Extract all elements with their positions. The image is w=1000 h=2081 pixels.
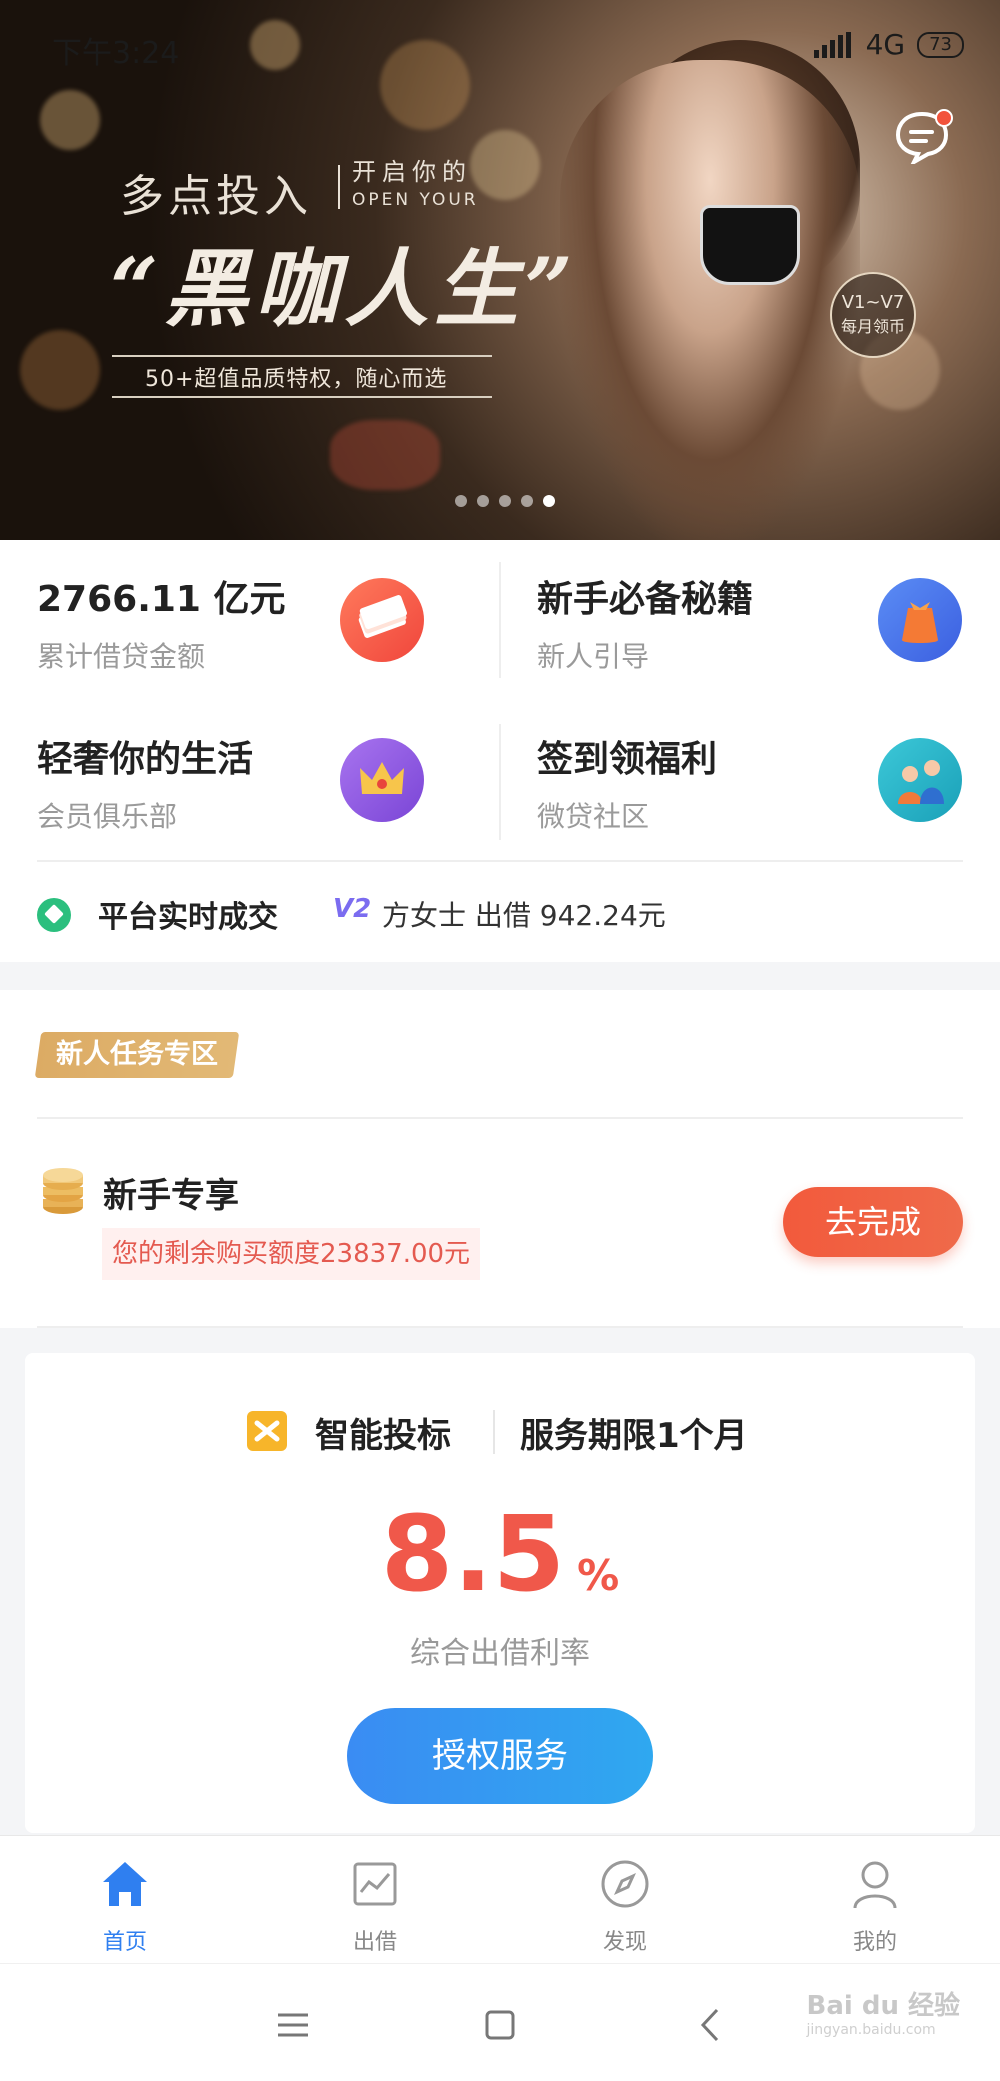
status-bar: 下午3:24 4G 73	[0, 0, 1000, 90]
feature-grid: 2766.11 亿元 累计借贷金额 新手必备秘籍 新人引导 轻奢你的生活 会员俱…	[0, 540, 1000, 862]
battery-icon: 73	[917, 31, 964, 58]
feature-subtitle: 微贷社区	[537, 800, 650, 833]
feature-check-in[interactable]: 签到领福利 微贷社区	[500, 700, 1000, 860]
tab-home[interactable]: 首页	[0, 1836, 250, 1964]
carousel-dot[interactable]	[455, 495, 467, 507]
home-icon	[103, 1862, 147, 1906]
money-stack-icon	[340, 578, 424, 662]
badge-level-text: V1~V7	[841, 292, 905, 313]
tab-label: 我的	[852, 1930, 897, 1955]
newbie-section-tag: 新人任务专区	[34, 1032, 240, 1078]
tab-label: 出借	[352, 1930, 397, 1955]
tab-label: 发现	[602, 1930, 647, 1955]
tab-lend[interactable]: 出借	[250, 1836, 500, 1964]
network-type: 4G	[865, 28, 906, 61]
feature-member-club[interactable]: 轻奢你的生活 会员俱乐部	[0, 700, 500, 860]
tab-label: 首页	[102, 1930, 147, 1955]
banner-rule-bottom	[112, 396, 492, 398]
home-button-icon[interactable]	[475, 2000, 525, 2050]
feature-total-loans[interactable]: 2766.11 亿元 累计借贷金额	[0, 540, 500, 700]
tab-discover[interactable]: 发现	[500, 1836, 750, 1964]
gift-bag-icon	[878, 578, 962, 662]
community-people-icon	[878, 738, 962, 822]
feature-subtitle: 新人引导	[537, 640, 650, 673]
message-icon[interactable]	[894, 108, 954, 164]
carousel-dot[interactable]	[521, 495, 533, 507]
coffee-cup-image	[700, 205, 800, 285]
rate-value: 8.5	[380, 1493, 566, 1615]
back-icon[interactable]	[685, 2000, 735, 2050]
carousel-dot-active[interactable]	[543, 495, 555, 507]
vip-level-icon: V2	[333, 894, 372, 924]
carousel-dot[interactable]	[477, 495, 489, 507]
watermark-logo: Bai du 经验 jingyan.baidu.com	[807, 1985, 961, 2038]
feature-subtitle: 会员俱乐部	[37, 800, 178, 833]
divider	[37, 1326, 963, 1328]
carousel-dot[interactable]	[499, 495, 511, 507]
crown-icon	[340, 738, 424, 822]
signal-icon	[813, 31, 851, 58]
live-deals-ticker[interactable]: 平台实时成交 V2 方女士 出借 942.24元	[0, 862, 1000, 962]
newbie-task-section: 新人任务专区 新手专享 您的剩余购买额度23837.00元 去完成	[0, 990, 1000, 1328]
newbie-offer-title: 新手专享	[103, 1176, 239, 1216]
divider	[37, 1117, 963, 1119]
feature-title: 2766.11 亿元	[37, 579, 286, 620]
divider	[493, 1410, 495, 1454]
chart-icon	[353, 1862, 397, 1906]
rate-label: 综合出借利率	[410, 1636, 590, 1671]
banner-tagline: 50+超值品质特权，随心而选	[145, 367, 448, 392]
watermark-url: jingyan.baidu.com	[806, 2022, 936, 2038]
promo-banner[interactable]: 多点投入 开启你的 OPEN YOUR “黑咖人生” 50+超值品质特权，随心而…	[0, 0, 1000, 540]
feature-title: 轻奢你的生活	[37, 739, 254, 780]
banner-sub: 开启你的 OPEN YOUR	[352, 158, 479, 214]
status-indicators: 4G 73	[813, 28, 964, 61]
banner-sub-top: 开启你的	[352, 158, 472, 186]
carousel-indicator[interactable]	[455, 495, 555, 507]
smart-bid-icon	[247, 1411, 287, 1451]
feature-title: 新手必备秘籍	[537, 579, 754, 620]
banner-sub-bottom: OPEN YOUR	[352, 190, 479, 210]
ticker-label: 平台实时成交	[98, 900, 278, 935]
banner-line1: 多点投入	[120, 171, 312, 222]
authorize-service-button[interactable]: 授权服务	[347, 1708, 653, 1804]
smart-bid-card[interactable]: 智能投标 服务期限1个月 8.5% 综合出借利率 授权服务	[25, 1353, 975, 1833]
status-time: 下午3:24	[52, 36, 180, 71]
newbie-section-tag-text: 新人任务专区	[56, 1039, 218, 1070]
feature-title: 签到领福利	[537, 739, 718, 780]
tab-mine[interactable]: 我的	[750, 1836, 1000, 1964]
service-period: 服务期限1个月	[520, 1416, 748, 1456]
user-icon	[853, 1861, 897, 1909]
rate-unit: %	[577, 1551, 620, 1600]
vip-level-badge: V1~V7 每月领币	[830, 272, 916, 358]
complete-task-button[interactable]: 去完成	[783, 1187, 963, 1257]
coin-stack-icon	[43, 1168, 83, 1214]
feature-newbie-guide[interactable]: 新手必备秘籍 新人引导	[500, 540, 1000, 700]
compass-icon	[601, 1860, 649, 1908]
menu-icon[interactable]	[268, 2000, 318, 2050]
watermark-brand: Bai du 经验	[806, 1991, 961, 2021]
interest-rate: 8.5%	[25, 1493, 975, 1615]
banner-headline: “黑咖人生”	[110, 239, 579, 338]
product-name: 智能投标	[315, 1416, 451, 1456]
remaining-quota: 您的剩余购买额度23837.00元	[102, 1228, 481, 1280]
feature-subtitle: 累计借贷金额	[37, 640, 206, 673]
badge-sub-text: 每月领币	[840, 317, 905, 336]
ticker-text: 方女士 出借 942.24元	[382, 899, 666, 932]
model-figure	[560, 60, 860, 540]
live-deal-icon	[37, 898, 71, 932]
bottom-tab-bar: 首页 出借 发现 我的	[0, 1835, 1000, 1963]
banner-separator	[338, 165, 340, 209]
banner-rule-top	[112, 355, 492, 357]
